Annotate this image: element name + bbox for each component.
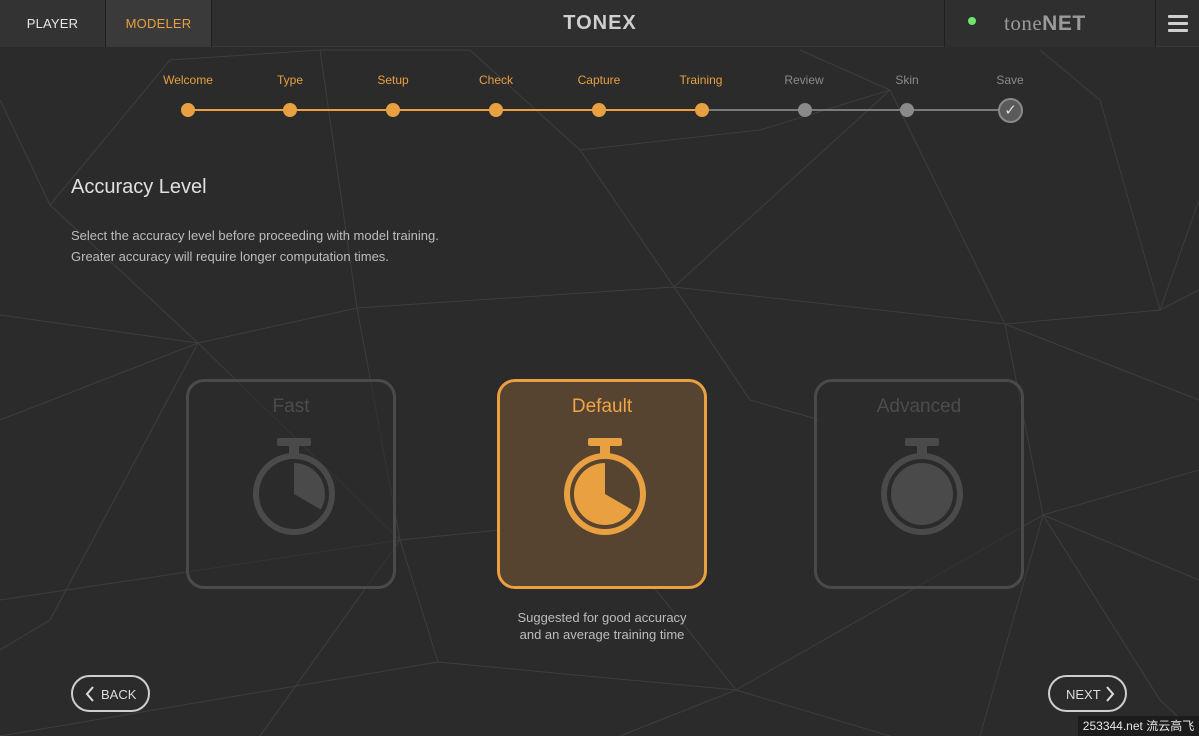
step-dot-setup [386,103,400,117]
step-dot-capture [592,103,606,117]
tab-player[interactable]: PLAYER [0,0,106,47]
option-label-fast: Fast [272,396,310,417]
step-dot-welcome [181,103,195,117]
tonenet-tone: tone [1004,11,1043,35]
hint-line: and an average training time [519,627,685,642]
stepper-progress-line [188,109,702,111]
next-label: NEXT [1066,687,1101,702]
watermark: 253344.net 流云高飞 [1078,716,1199,736]
step-label-training: Training [679,73,723,87]
stepper-remaining-line [702,109,1010,111]
step-dot-training [695,103,709,117]
page-title: Accuracy Level [71,176,207,198]
step-label-review: Review [784,73,824,87]
description-line: Select the accuracy level before proceed… [71,228,439,243]
stopwatch-icon [564,438,646,535]
step-save-check-icon: ✓ [998,98,1023,123]
stopwatch-icon [881,438,963,535]
accuracy-option-advanced[interactable]: Advanced [814,379,1024,589]
step-dot-skin [900,103,914,117]
step-label-check: Check [478,73,513,87]
step-label-skin: Skin [895,73,919,87]
tonenet-logo[interactable]: toneNET [1004,11,1086,36]
step-label-setup: Setup [377,73,409,87]
tonenet-net: NET [1042,12,1086,35]
stopwatch-icon [253,438,335,535]
step-label-save: Save [996,73,1024,87]
step-dot-type [283,103,297,117]
step-dot-review [798,103,812,117]
app-logo: TONEX [563,12,637,34]
page-description: Select the accuracy level before proceed… [71,225,439,267]
step-label-welcome: Welcome [163,73,213,87]
connection-status-indicator [968,17,976,25]
next-button[interactable]: NEXT [1048,675,1127,712]
hint-line: Suggested for good accuracy [517,610,687,625]
back-label: BACK [101,687,137,702]
accuracy-option-fast[interactable]: Fast [186,379,396,589]
accuracy-option-default[interactable]: Default [497,379,707,589]
step-label-capture: Capture [577,73,621,87]
option-label-default: Default [571,396,633,417]
option-hint: Suggested for good accuracy and an avera… [452,609,752,643]
top-bar: PLAYER MODELER TONEX toneNET [0,0,1199,47]
description-line: Greater accuracy will require longer com… [71,249,389,264]
chevron-right-icon [1106,686,1115,702]
back-button[interactable]: BACK [71,675,150,712]
step-dot-check [489,103,503,117]
chevron-left-icon [85,686,94,702]
step-label-type: Type [276,73,303,87]
option-label-advanced: Advanced [876,396,962,417]
tab-modeler[interactable]: MODELER [106,0,212,47]
hamburger-menu-icon[interactable] [1155,0,1199,47]
